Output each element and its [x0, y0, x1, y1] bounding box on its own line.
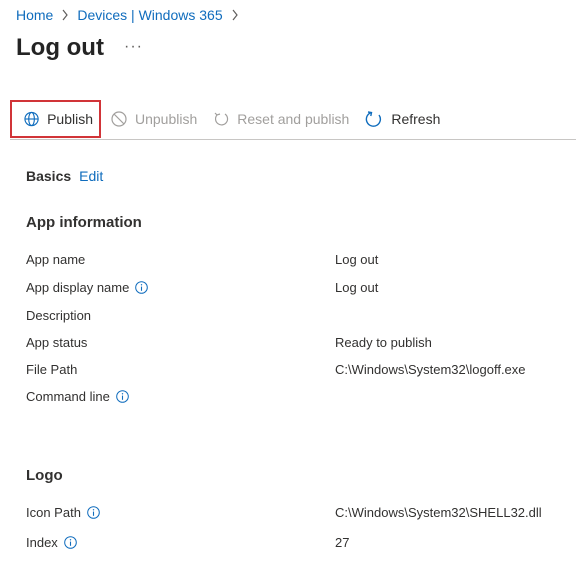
chevron-right-icon	[61, 9, 69, 21]
field-label: App display name	[26, 280, 130, 295]
field-app-status: App status Ready to publish	[26, 335, 566, 350]
globe-icon	[24, 111, 39, 127]
info-icon[interactable]	[116, 390, 129, 403]
field-value: 27	[335, 535, 350, 550]
field-index: Index 27	[26, 535, 566, 550]
field-value: Log out	[335, 280, 379, 295]
field-label: Index	[26, 535, 58, 550]
field-app-display-name: App display name Log out	[26, 280, 566, 295]
command-bar: Publish Unpublish Reset and publish Refr…	[10, 99, 450, 139]
field-file-path: File Path C:\Windows\System32\logoff.exe	[26, 362, 566, 377]
field-value: Ready to publish	[335, 335, 432, 350]
field-label-wrap: Command line	[26, 389, 335, 404]
field-label: App name	[26, 252, 86, 267]
basics-header: Basics Edit	[26, 168, 103, 184]
chevron-right-icon	[231, 9, 239, 21]
unpublish-button[interactable]: Unpublish	[105, 100, 203, 138]
breadcrumb: Home Devices | Windows 365	[16, 7, 247, 23]
field-label-wrap: Index	[26, 535, 335, 550]
field-label: App status	[26, 335, 88, 350]
unpublish-label: Unpublish	[135, 111, 198, 127]
field-label: Description	[26, 308, 92, 323]
field-label: File Path	[26, 362, 78, 377]
field-label-wrap: App display name	[26, 280, 335, 295]
logo-heading: Logo	[26, 467, 63, 484]
field-icon-path: Icon Path C:\Windows\System32\SHELL32.dl…	[26, 505, 566, 520]
reset-and-publish-button[interactable]: Reset and publish	[207, 100, 355, 138]
toolbar-divider	[10, 139, 576, 140]
info-icon[interactable]	[87, 506, 100, 519]
publish-button[interactable]: Publish	[10, 100, 101, 138]
edit-link[interactable]: Edit	[79, 168, 103, 184]
more-options-button[interactable]: ···	[124, 38, 143, 56]
publish-label: Publish	[47, 111, 93, 127]
field-app-name: App name Log out	[26, 252, 566, 267]
refresh-button[interactable]: Refresh	[359, 100, 446, 138]
info-icon[interactable]	[64, 536, 77, 549]
reset-icon	[214, 112, 229, 126]
field-value: C:\Windows\System32\SHELL32.dll	[335, 505, 542, 520]
reset-and-publish-label: Reset and publish	[237, 111, 350, 127]
breadcrumb-home-link[interactable]: Home	[16, 7, 53, 23]
field-label: Icon Path	[26, 505, 81, 520]
field-label: Command line	[26, 389, 110, 404]
basics-label: Basics	[26, 168, 72, 184]
breadcrumb-devices-link[interactable]: Devices | Windows 365	[77, 7, 222, 23]
block-icon	[111, 111, 127, 127]
field-value: C:\Windows\System32\logoff.exe	[335, 362, 526, 377]
info-icon[interactable]	[135, 281, 149, 294]
field-label-wrap: Icon Path	[26, 505, 335, 520]
field-description: Description	[26, 308, 566, 323]
refresh-label: Refresh	[391, 111, 441, 127]
app-information-heading: App information	[26, 214, 142, 231]
field-value: Log out	[335, 252, 379, 267]
refresh-icon	[366, 111, 382, 127]
page-title: Log out	[16, 34, 104, 61]
field-command-line: Command line	[26, 389, 566, 404]
